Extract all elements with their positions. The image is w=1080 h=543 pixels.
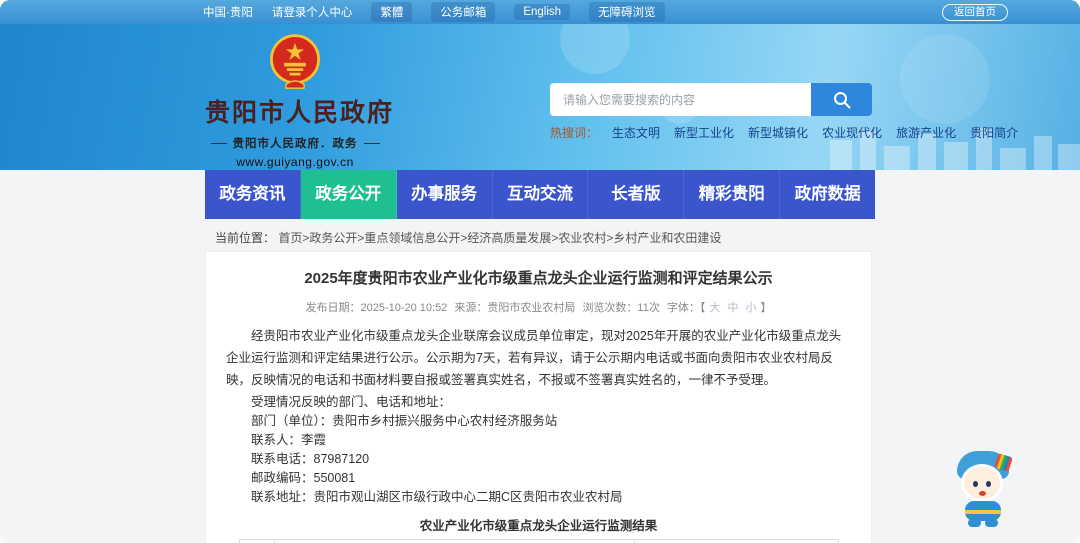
font-size-medium[interactable]: 中 [727,302,738,314]
site-url: www.guiyang.gov.cn [236,155,354,169]
hot-word-tourism[interactable]: 旅游产业化 [896,124,956,141]
paragraph-announcement: 经贵阳市农业产业化市级重点龙头企业联席会议成员单位审定，现对2025年开展的农业… [226,329,842,387]
breadcrumb: 当前位置： 首页>政务公开>重点领域信息公开>经济高质量发展>农业农村>乡村产业… [215,229,721,246]
topbar-english[interactable]: English [514,4,571,20]
contact-address: 联系地址：贵阳市观山湖区市级行政中心二期C区贵阳市农业农村局 [251,489,623,504]
article-card: 2025年度贵阳市农业产业化市级重点龙头企业运行监测和评定结果公示 发布日期：2… [205,251,872,543]
font-size-small[interactable]: 小 [746,302,757,314]
topbar-traditional-chinese[interactable]: 繁體 [371,2,413,22]
topbar-login-link[interactable]: 请登录个人中心 [272,4,353,20]
hot-word-industrialization[interactable]: 新型工业化 [674,124,734,141]
table-caption: 农业产业化市级重点龙头企业运行监测结果 [419,518,658,533]
return-home-button[interactable]: 返回首页 [942,4,1008,21]
header-result: 监测结果 [633,538,839,543]
font-size-bracket: 】 [760,302,772,314]
topbar-accessibility[interactable]: 无障碍浏览 [589,2,665,22]
search-icon [833,91,850,108]
mascot-body [965,501,1001,521]
search-area: 热搜词： 生态文明 新型工业化 新型城镇化 农业现代化 旅游产业化 贵阳简介 [550,83,1018,141]
banner-decoration [900,34,990,124]
mascot-character-icon[interactable] [952,451,1016,527]
hot-word-agriculture[interactable]: 农业现代化 [822,124,882,141]
nav-item-wonderful-guiyang[interactable]: 精彩贵阳 [684,170,781,219]
search-input[interactable] [550,83,811,116]
browser-page: 中国·贵阳 请登录个人中心 繁體 公务邮箱 English 无障碍浏览 返回首页… [0,0,1080,543]
national-emblem-icon [270,34,320,89]
main-navigation: 政务资讯 政务公开 办事服务 互动交流 长者版 精彩贵阳 政府数据 [205,170,875,219]
hot-search-row: 热搜词： 生态文明 新型工业化 新型城镇化 农业现代化 旅游产业化 贵阳简介 [550,124,1018,141]
nav-item-senior-version[interactable]: 长者版 [588,170,685,219]
article-body: 经贵阳市农业产业化市级重点龙头企业联席会议成员单位审定，现对2025年开展的农业… [226,326,851,543]
topbar-china-guiyang[interactable]: 中国·贵阳 [203,4,253,20]
view-count: 浏览次数：11次 [582,302,660,314]
hot-search-label: 热搜词： [550,126,599,140]
article-source: 来源：贵阳市农业农村局 [454,302,576,314]
header-company: 企业名称 [274,538,635,543]
top-utility-bar: 中国·贵阳 请登录个人中心 繁體 公务邮箱 English 无障碍浏览 返回首页 [0,0,1080,24]
header-seq: 序号 [238,538,276,543]
nav-item-services[interactable]: 办事服务 [397,170,493,219]
topbar-official-mailbox[interactable]: 公务邮箱 [431,2,496,22]
monitoring-result-table: 序号 企业名称 监测结果 1 贵州合力超市采购有限公司 合格 2 贵州友禾种业有… [238,538,839,543]
nav-item-interaction[interactable]: 互动交流 [493,170,589,219]
hot-word-guiyang-intro[interactable]: 贵阳简介 [970,124,1018,141]
breadcrumb-path[interactable]: 首页>政务公开>重点领域信息公开>经济高质量发展>农业农村>乡村产业和农田建设 [278,231,721,245]
paragraph-feedback-intro: 受理情况反映的部门、电话和地址： [251,394,452,409]
site-title: 贵阳市人民政府 [205,99,395,127]
contact-department: 部门（单位）：贵阳市乡村振兴服务中心农村经济服务站 [251,413,558,428]
site-logo-block[interactable]: 贵阳市人民政府 贵阳市人民政府．政务 www.guiyang.gov.cn [205,32,395,169]
article-meta: 发布日期：2025-10-20 10:52 来源：贵阳市农业农村局 浏览次数：1… [226,299,851,315]
font-size-label: 字体：【 [666,302,706,314]
publish-date: 发布日期：2025-10-20 10:52 [305,302,448,314]
contact-phone: 联系电话：87987120 [251,451,370,466]
banner-decoration [560,24,630,74]
breadcrumb-label: 当前位置： [215,231,276,245]
table-header-row: 序号 企业名称 监测结果 [238,538,839,543]
article-title: 2025年度贵阳市农业产业化市级重点龙头企业运行监测和评定结果公示 [304,270,773,287]
site-subtitle: 贵阳市人民政府．政务 [205,135,385,151]
nav-item-gov-disclosure[interactable]: 政务公开 [300,170,397,219]
site-banner: 贵阳市人民政府 贵阳市人民政府．政务 www.guiyang.gov.cn 热搜… [0,24,1080,170]
nav-item-gov-data[interactable]: 政府数据 [780,170,875,219]
font-size-large[interactable]: 大 [709,302,720,314]
contact-person: 联系人：李霞 [251,432,327,447]
mascot-face [961,464,1003,502]
hot-word-ecology[interactable]: 生态文明 [612,124,660,141]
contact-postcode: 邮政编码：550081 [251,470,356,485]
search-button[interactable] [811,83,872,116]
hot-word-urbanization[interactable]: 新型城镇化 [748,124,808,141]
nav-item-news[interactable]: 政务资讯 [205,170,301,219]
